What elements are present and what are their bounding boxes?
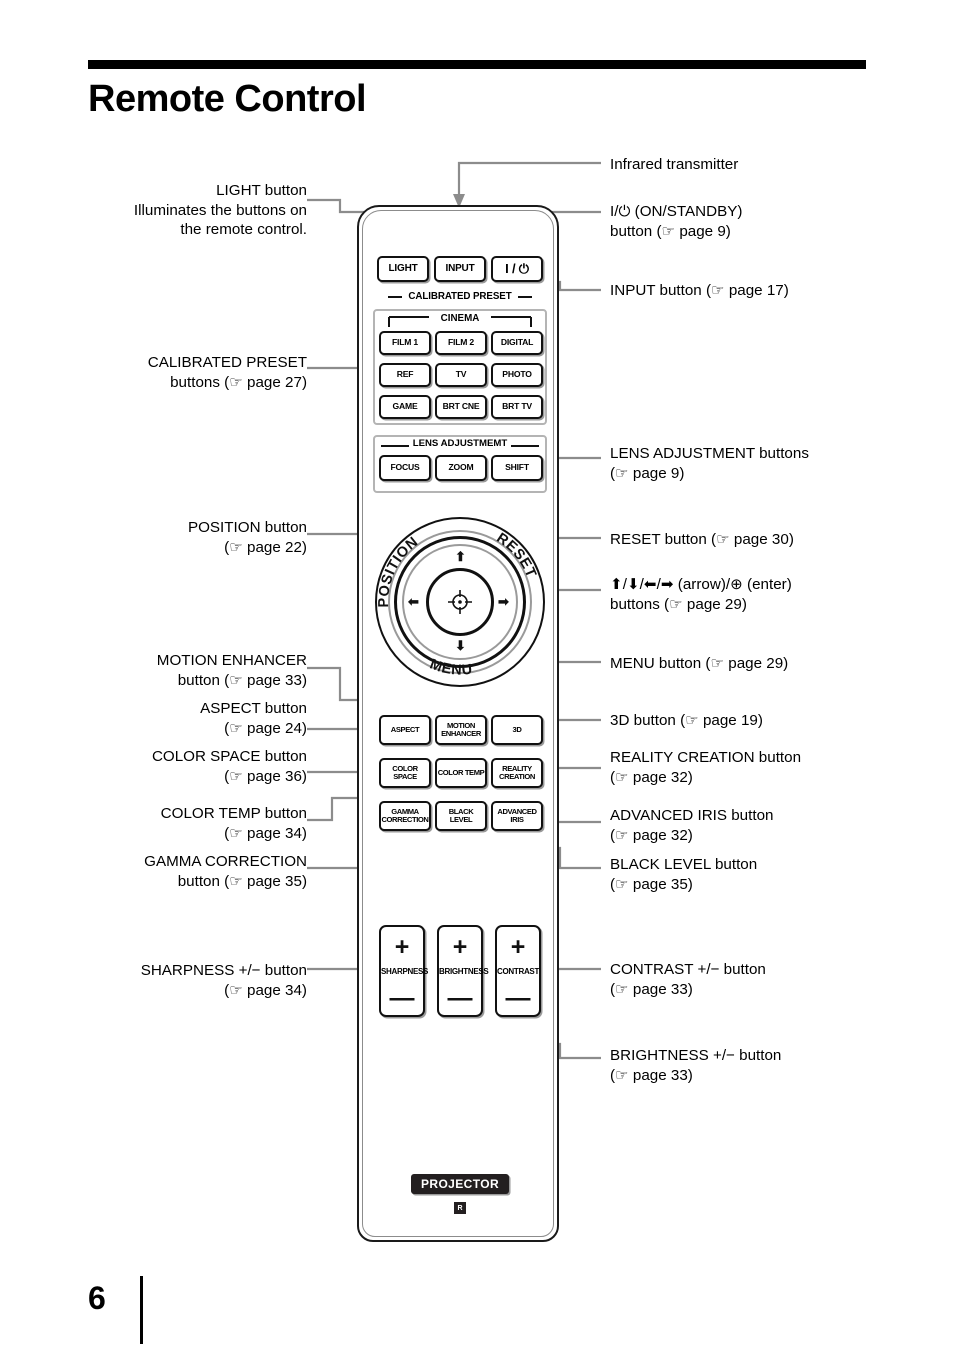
remote-key-brt-tv[interactable]: BRT TV — [491, 395, 543, 419]
cinema-label: CINEMA — [440, 313, 480, 324]
callout-power-button: I/⏻ (ON/STANDBY) button (☞ page 9) — [610, 203, 743, 240]
callout-arrow-enter-buttons: ⬆/⬇/⬅/➡ (arrow)/⊕ (enter) buttons (☞ pag… — [610, 576, 792, 613]
callout-black-level-button: BLACK LEVEL button (☞ page 35) — [610, 856, 758, 893]
page-header: Remote Control — [88, 60, 866, 145]
callout-lens-adjustment-buttons: LENS ADJUSTMENT buttons (☞ page 9) — [610, 445, 809, 482]
remote-key-gamma-correction[interactable]: GAMMA CORRECTION — [379, 801, 431, 831]
remote-key-color-temp[interactable]: COLOR TEMP — [435, 758, 487, 788]
contrast-label: CONTRAST — [497, 967, 540, 976]
remote-key-power[interactable]: I / ⏻ — [491, 256, 543, 282]
callout-input-button: INPUT button (☞ page 17) — [610, 282, 789, 299]
contrast-plus-icon[interactable]: + — [497, 935, 539, 960]
navigation-pad[interactable]: POSITION RESET MENU ⬆ ⬇ ⬅ ➡ — [375, 517, 545, 687]
remote-key-ref[interactable]: REF — [379, 363, 431, 387]
remote-key-aspect[interactable]: ASPECT — [379, 715, 431, 745]
heading-rule-left — [388, 295, 403, 298]
remote-key-film1[interactable]: FILM 1 — [379, 331, 431, 355]
navpad-left-arrow-icon[interactable]: ⬅ — [408, 595, 419, 608]
callout-light-button: LIGHT button Illuminates the buttons on … — [133, 182, 307, 238]
enter-crosshair-icon — [448, 590, 472, 614]
footer-rule — [140, 1276, 143, 1344]
remote-key-brt-cne[interactable]: BRT CNE — [435, 395, 487, 419]
remote-key-zoom[interactable]: ZOOM — [435, 455, 487, 481]
callout-calibrated-preset: CALIBRATED PRESET buttons (☞ page 27) — [147, 354, 307, 391]
navpad-right-arrow-icon[interactable]: ➡ — [498, 595, 509, 608]
page-footer: 6 — [88, 1276, 208, 1344]
remote-key-motion-enhancer[interactable]: MOTION ENHANCER — [435, 715, 487, 745]
brightness-minus-icon[interactable]: — — [439, 986, 481, 1011]
callout-color-space-button: COLOR SPACE button (☞ page 36) — [151, 748, 307, 785]
callout-aspect-button: ASPECT button (☞ page 24) — [200, 700, 307, 737]
callout-contrast-button: CONTRAST +/− button (☞ page 33) — [610, 961, 766, 998]
heading-rule-right — [517, 295, 532, 298]
remote-key-film2[interactable]: FILM 2 — [435, 331, 487, 355]
callout-sharpness-button: SHARPNESS +/− button (☞ page 34) — [140, 962, 307, 999]
calibrated-preset-label: CALIBRATED PRESET — [408, 291, 512, 302]
callout-reality-creation-button: REALITY CREATION button (☞ page 32) — [610, 749, 802, 786]
page-number: 6 — [88, 1280, 106, 1316]
remote-key-shift[interactable]: SHIFT — [491, 455, 543, 481]
remote-key-reality-creation[interactable]: REALITY CREATION — [491, 758, 543, 788]
callout-menu-button: MENU button (☞ page 29) — [610, 655, 789, 672]
navpad-reset-text: RESET — [494, 530, 540, 580]
model-mark-icon: R — [454, 1202, 466, 1214]
remote-key-advanced-iris[interactable]: ADVANCED IRIS — [491, 801, 543, 831]
callout-infrared-transmitter: Infrared transmitter — [610, 156, 739, 173]
callout-3d-button: 3D button (☞ page 19) — [610, 712, 763, 729]
remote-key-photo[interactable]: PHOTO — [491, 363, 543, 387]
callout-advanced-iris-button: ADVANCED IRIS button (☞ page 32) — [610, 807, 774, 844]
remote-key-focus[interactable]: FOCUS — [379, 455, 431, 481]
brightness-label: BRIGHTNESS — [439, 967, 489, 976]
callout-position-button: POSITION button (☞ page 22) — [187, 519, 307, 556]
brightness-plus-icon[interactable]: + — [439, 935, 481, 960]
lens-adjustment-label: LENS ADJUSTMEMT — [412, 438, 508, 449]
callout-reset-button: RESET button (☞ page 30) — [610, 531, 794, 548]
remote-rocker-brightness[interactable]: + BRIGHTNESS — — [437, 925, 489, 1017]
remote-key-tv[interactable]: TV — [435, 363, 487, 387]
contrast-minus-icon[interactable]: — — [497, 986, 539, 1011]
calibrated-preset-heading: CALIBRATED PRESET — [359, 291, 561, 302]
remote-key-black-level[interactable]: BLACK LEVEL — [435, 801, 487, 831]
sharpness-minus-icon[interactable]: — — [381, 986, 423, 1011]
callout-brightness-button: BRIGHTNESS +/− button (☞ page 33) — [610, 1047, 782, 1084]
remote-key-game[interactable]: GAME — [379, 395, 431, 419]
sharpness-label: SHARPNESS — [381, 967, 429, 976]
navpad-menu-text: MENU — [427, 656, 473, 678]
remote-key-color-space[interactable]: COLOR SPACE — [379, 758, 431, 788]
remote-key-digital[interactable]: DIGITAL — [491, 331, 543, 355]
page-title: Remote Control — [88, 78, 367, 120]
remote-key-light[interactable]: LIGHT — [377, 256, 429, 282]
remote-control-body: LIGHT INPUT I / ⏻ CALIBRATED PRESET CINE… — [357, 205, 559, 1242]
remote-rocker-contrast[interactable]: + CONTRAST — — [495, 925, 541, 1017]
remote-key-3d[interactable]: 3D — [491, 715, 543, 745]
sharpness-plus-icon[interactable]: + — [381, 935, 423, 960]
callout-color-temp-button: COLOR TEMP button (☞ page 34) — [160, 805, 307, 842]
navpad-down-arrow-icon[interactable]: ⬇ — [455, 639, 466, 652]
navpad-enter-button[interactable] — [426, 568, 494, 636]
projector-badge: PROJECTOR — [411, 1174, 509, 1194]
callout-gamma-correction-button: GAMMA CORRECTION button (☞ page 35) — [144, 853, 307, 890]
navpad-up-arrow-icon[interactable]: ⬆ — [455, 550, 466, 563]
callout-motion-enhancer-button: MOTION ENHANCER button (☞ page 33) — [156, 652, 307, 689]
remote-rocker-sharpness[interactable]: + SHARPNESS — — [379, 925, 429, 1017]
remote-key-input[interactable]: INPUT — [434, 256, 486, 282]
header-rule — [88, 60, 866, 69]
